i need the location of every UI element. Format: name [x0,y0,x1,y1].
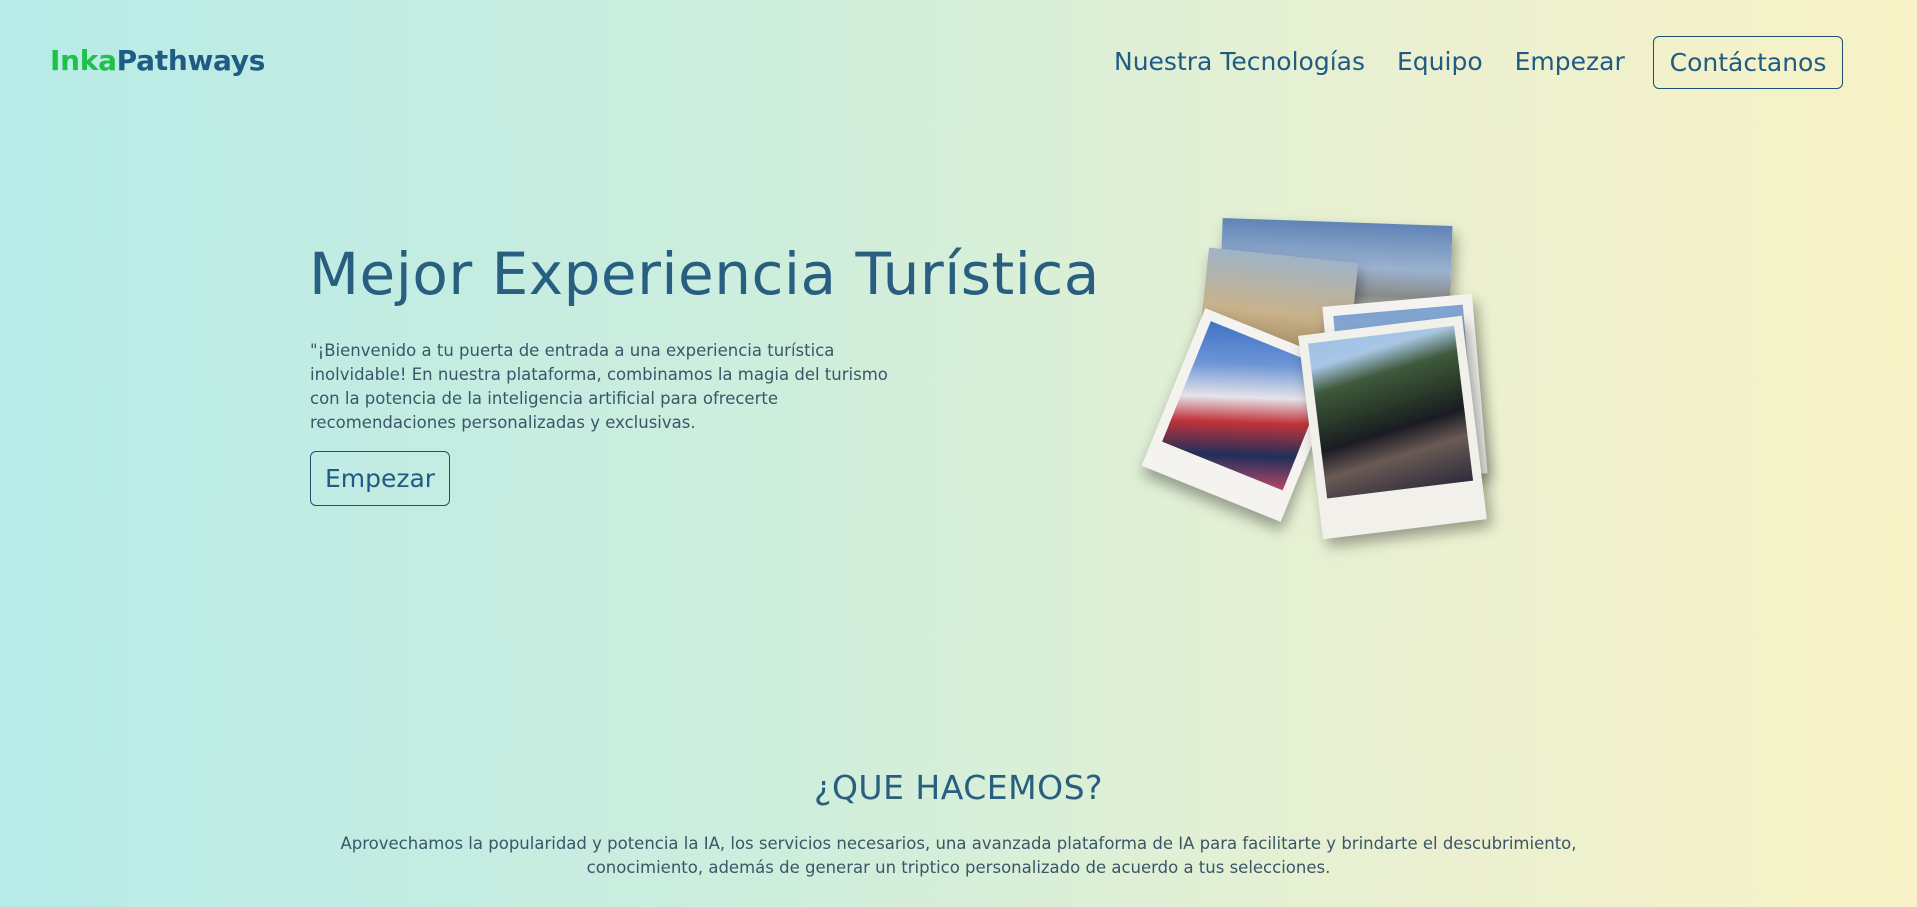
nav-link-empezar[interactable]: Empezar [1515,44,1625,80]
hero-start-button[interactable]: Empezar [310,451,450,506]
section-description: Aprovechamos la popularidad y potencia l… [340,834,1577,877]
hero-title: Mejor Experiencia Turística [309,240,1100,308]
logo-part-pathways: Pathways [116,44,266,77]
logo-part-inka: Inka [50,44,117,77]
nav-link-equipo[interactable]: Equipo [1397,44,1483,80]
logo[interactable]: InkaPathways [50,44,265,77]
contact-button[interactable]: Contáctanos [1653,36,1843,89]
section-title: ¿QUE HACEMOS? [813,768,1104,807]
hero-description: "¡Bienvenido a tu puerta de entrada a un… [310,341,888,432]
photo-collage [1141,210,1500,540]
main-nav: Nuestra Tecnologías Equipo Empezar [1114,44,1657,80]
nav-link-tecnologias[interactable]: Nuestra Tecnologías [1114,44,1365,80]
dancers-polaroid [1298,315,1487,540]
